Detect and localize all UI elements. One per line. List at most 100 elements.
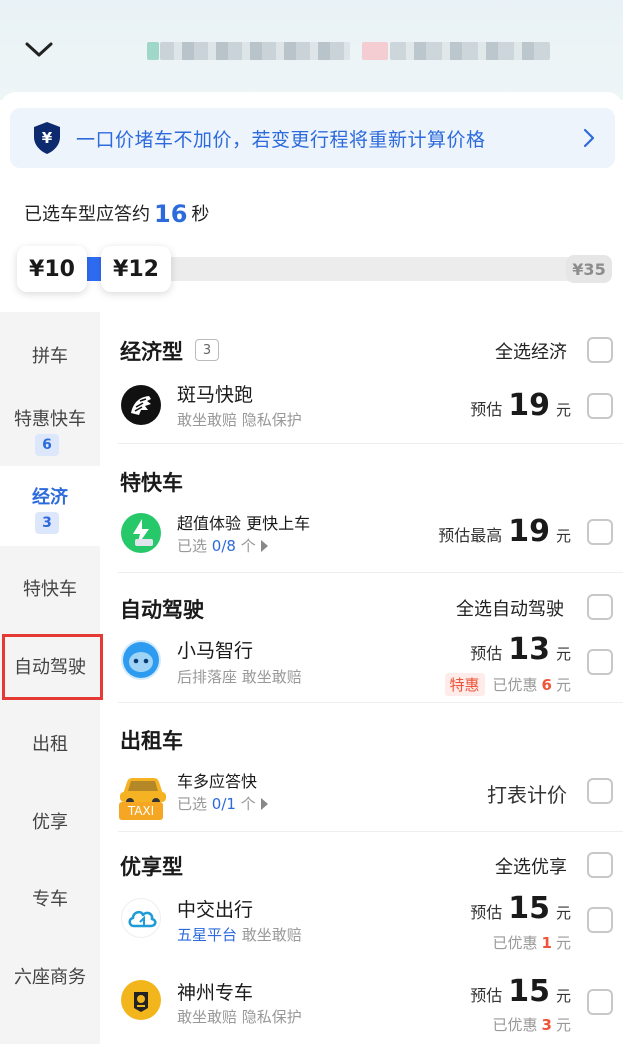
section-title-autonomous: 自动驾驶 [120,598,204,622]
special-offer-tag: 特惠 [444,673,485,696]
chevron-down-icon[interactable] [24,36,54,62]
sub-text: 敢坐敢赔 [241,926,302,944]
item-checkbox[interactable] [587,989,613,1015]
item-name: 车多应答快 [177,772,258,791]
section-title-economy: 经济型 [120,340,183,364]
sub-suffix: 个 [235,795,256,813]
sub-value: 0/1 [211,795,236,813]
price-label: 预估最高 [438,526,503,545]
discount-value: 1 [541,933,552,952]
item-discount: 已优惠 3 元 [493,1014,571,1035]
answer-suffix: 秒 [191,204,210,225]
price-slider-low-handle[interactable]: ¥10 [17,246,87,292]
discount-value: 3 [541,1015,552,1034]
item-name: 斑马快跑 [177,384,254,406]
price-value: 15 [508,891,550,926]
item-price: 预估 19 元 [470,388,571,423]
item-selected-count[interactable]: 已选 0/1 个 [177,793,268,814]
notice-text: 一口价堵车不加价，若变更行程将重新计算价格 [76,129,486,151]
item-sub: 后排落座 敢坐敢赔 [177,668,302,686]
discount-unit: 元 [555,934,571,952]
discount-unit: 元 [555,1016,571,1034]
sidebar-item-special-express[interactable]: 特惠快车 [0,405,100,431]
sidebar-item-private-car[interactable]: 专车 [0,885,100,911]
item-name: 超值体验 更快上车 [177,514,311,533]
section-title-express: 特快车 [120,471,183,495]
item-discount: 已优惠 1 元 [493,932,571,953]
item-checkbox[interactable] [587,519,613,545]
discount-prefix: 已优惠 [492,934,538,952]
answer-seconds: 16 [154,200,188,228]
item-checkbox[interactable] [587,649,613,675]
select-all-premium-label[interactable]: 全选优享 [495,853,567,879]
sidebar-item-economy[interactable]: 经济 [0,483,100,509]
discount-unit: 元 [555,676,571,694]
item-sub: 敢坐敢赔 隐私保护 [177,411,302,429]
sidebar-badge: 6 [35,434,59,456]
section-title-premium: 优享型 [120,855,183,879]
pony-robot-icon [121,640,161,680]
sub-prefix: 已选 [177,537,212,555]
section-title-taxi: 出租车 [120,729,183,753]
sidebar-item-six-seat[interactable]: 六座商务 [0,963,100,989]
select-all-premium-checkbox[interactable] [587,852,613,878]
sidebar-item-taxi[interactable]: 出租 [0,730,100,756]
meter-pricing: 打表计价 [487,783,567,807]
express-car-icon [121,513,161,553]
price-slider-max: ¥35 [566,255,612,283]
item-price: 预估 15 元 [470,891,571,926]
price-label: 预估 [470,644,503,663]
zebra-logo-icon [121,385,161,425]
sidebar-item-carpool[interactable]: 拼车 [0,342,100,368]
item-sub: 敢坐敢赔 隐私保护 [177,1008,302,1026]
price-slider-high-handle[interactable]: ¥12 [101,246,171,292]
taxi-icon: TAXI [117,768,169,822]
item-price: 预估 13 元 [470,632,571,667]
price-unit: 元 [555,987,571,1005]
select-all-autonomous-checkbox[interactable] [587,594,613,620]
sidebar-badge: 3 [35,512,59,534]
price-label: 预估 [470,986,503,1005]
svg-text:¥: ¥ [42,129,53,147]
caret-right-icon [260,798,268,810]
item-name: 中交出行 [177,899,254,921]
sidebar-item-premium[interactable]: 优享 [0,808,100,834]
discount-prefix: 已优惠 [492,1016,538,1034]
price-unit: 元 [555,527,571,545]
item-sub: 五星平台 敢坐敢赔 [177,924,302,945]
divider [118,443,623,444]
price-value: 19 [508,514,550,549]
cloud-logo-icon [121,898,161,938]
section-count-badge: 3 [195,339,219,361]
select-all-autonomous-label[interactable]: 全选自动驾驶 [456,595,564,621]
highlight-box [2,634,103,700]
chevron-right-icon[interactable] [582,127,596,149]
price-label: 预估 [470,400,503,419]
discount-value: 6 [541,675,552,694]
item-checkbox[interactable] [587,778,613,804]
sub-suffix: 个 [235,537,256,555]
price-unit: 元 [555,401,571,419]
answer-prefix: 已选车型应答约 [24,204,150,225]
item-selected-count[interactable]: 已选 0/8 个 [177,535,268,556]
price-unit: 元 [555,904,571,922]
select-all-economy-label[interactable]: 全选经济 [495,338,567,364]
item-name: 小马智行 [177,640,254,662]
taxi-label: TAXI [119,802,163,820]
price-value: 15 [508,974,550,1009]
item-checkbox[interactable] [587,393,613,419]
sub-highlight: 五星平台 [177,926,238,944]
sidebar-item-express[interactable]: 特快车 [0,575,100,601]
sub-value: 0/8 [211,537,236,555]
price-value: 19 [508,388,550,423]
item-price: 预估最高 19 元 [438,514,571,549]
select-all-economy-checkbox[interactable] [587,337,613,363]
answer-time-hint: 已选车型应答约 16 秒 [24,198,210,228]
item-name: 神州专车 [177,982,254,1004]
sub-prefix: 已选 [177,795,212,813]
caret-right-icon [260,540,268,552]
discount-prefix: 已优惠 [492,676,538,694]
yuan-shield-icon: ¥ [34,122,60,154]
item-checkbox[interactable] [587,907,613,933]
divider [118,702,623,703]
